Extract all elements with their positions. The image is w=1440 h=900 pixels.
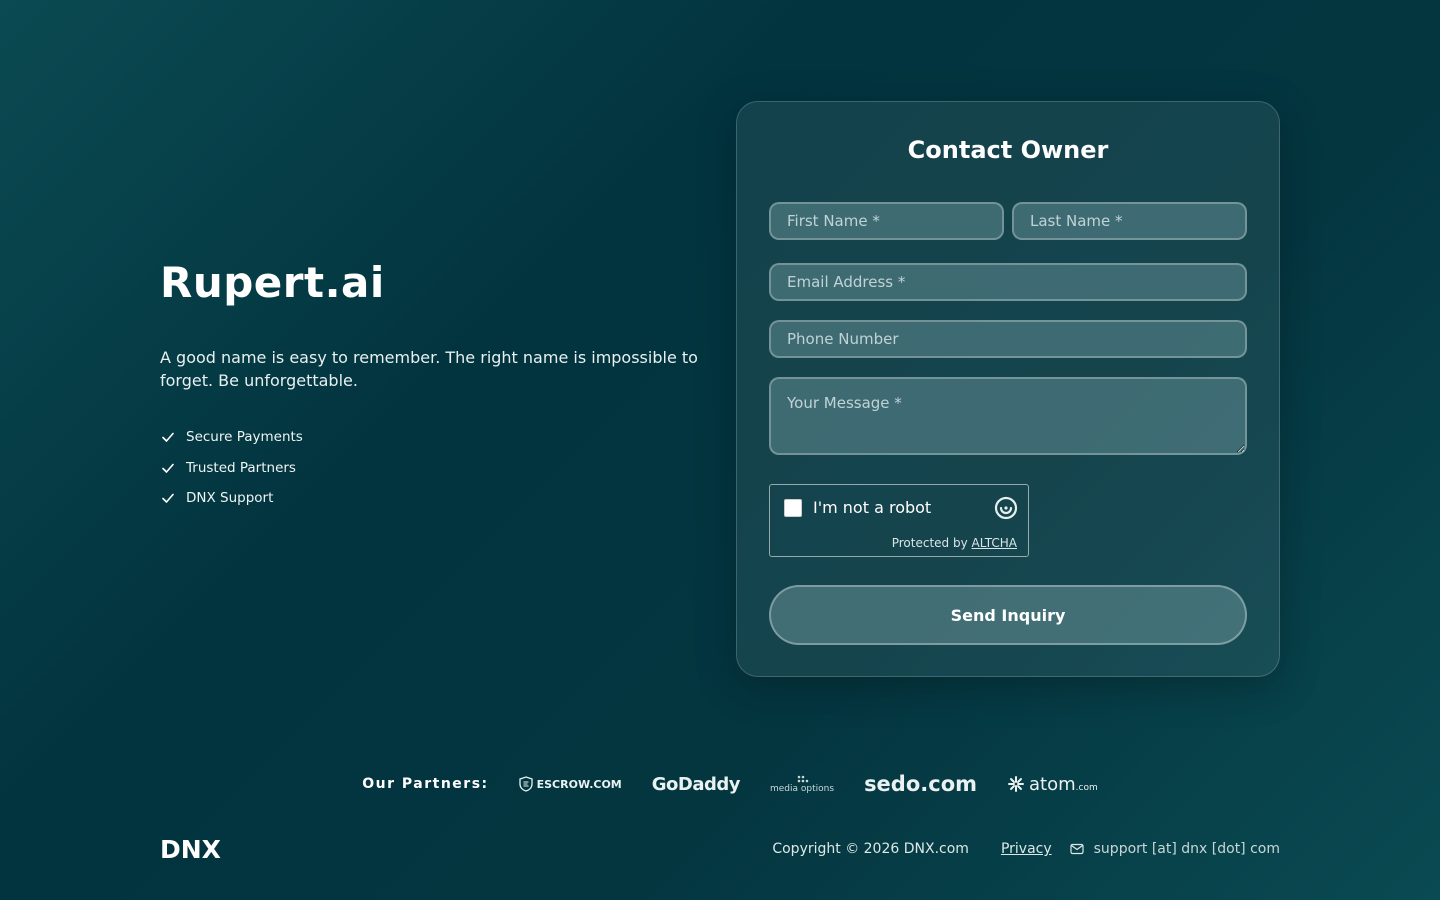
hero-section: Rupert.ai A good name is easy to remembe…	[160, 258, 710, 514]
check-icon	[160, 460, 176, 476]
tagline: A good name is easy to remember. The rig…	[160, 348, 698, 390]
send-inquiry-button[interactable]: Send Inquiry	[769, 585, 1247, 645]
captcha-label: I'm not a robot	[813, 498, 932, 517]
support-email[interactable]: support [at] dnx [dot] com	[1094, 841, 1280, 857]
media-options-logo: media options	[770, 775, 834, 794]
escrow-text: ESCROW.COM	[536, 777, 622, 791]
shield-icon	[518, 776, 533, 792]
captcha-protected-text: Protected by	[891, 536, 968, 550]
feature-label: Secure Payments	[186, 429, 303, 446]
check-icon	[160, 490, 176, 506]
partners-bar: Our Partners: ESCROW.COM GoDaddy media o…	[0, 772, 1440, 796]
feature-list: Secure Payments Trusted Partners DNX Sup…	[160, 422, 710, 514]
captcha-checkbox[interactable]	[784, 499, 802, 517]
feature-label: Trusted Partners	[186, 459, 296, 476]
sedo-logo: sedo.com	[864, 772, 977, 796]
privacy-link[interactable]: Privacy	[1001, 841, 1052, 857]
domain-title: Rupert.ai	[160, 258, 385, 307]
escrow-logo: ESCROW.COM	[518, 776, 622, 792]
feature-label: DNX Support	[186, 490, 274, 507]
check-icon	[160, 429, 176, 445]
godaddy-logo: GoDaddy	[651, 773, 741, 795]
media-text: media	[769, 783, 799, 794]
partners-label: Our Partners:	[362, 776, 489, 792]
atom-text: atom	[1029, 773, 1076, 795]
copyright-text: Copyright © 2026 DNX.com	[772, 841, 969, 857]
feature-item: Trusted Partners	[160, 453, 710, 484]
atom-suffix: .com	[1075, 782, 1098, 793]
footer-links: Copyright © 2026 DNX.com Privacy support…	[772, 841, 1280, 857]
altcha-link[interactable]: ALTCHA	[972, 536, 1017, 550]
captcha-widget: I'm not a robot Protected by ALTCHA	[769, 484, 1029, 557]
altcha-logo-icon	[994, 496, 1018, 520]
atom-logo: atom.com	[1007, 774, 1098, 795]
form-title: Contact Owner	[907, 136, 1109, 164]
feature-item: DNX Support	[160, 483, 710, 514]
email-input[interactable]	[769, 263, 1247, 301]
feature-item: Secure Payments	[160, 422, 710, 453]
contact-owner-form: Contact Owner I'm not a robot Protected …	[736, 101, 1280, 677]
phone-input[interactable]	[769, 320, 1247, 358]
first-name-input[interactable]	[769, 202, 1004, 240]
last-name-input[interactable]	[1012, 202, 1247, 240]
options-text: options	[800, 783, 835, 794]
atom-star-icon	[1008, 776, 1024, 792]
footer: DNX Copyright © 2026 DNX.com Privacy sup…	[160, 835, 1280, 864]
captcha-footer: Protected by ALTCHA	[892, 536, 1017, 550]
dnx-logo[interactable]: DNX	[160, 835, 221, 864]
message-textarea[interactable]	[769, 377, 1247, 455]
mail-icon	[1070, 842, 1084, 856]
